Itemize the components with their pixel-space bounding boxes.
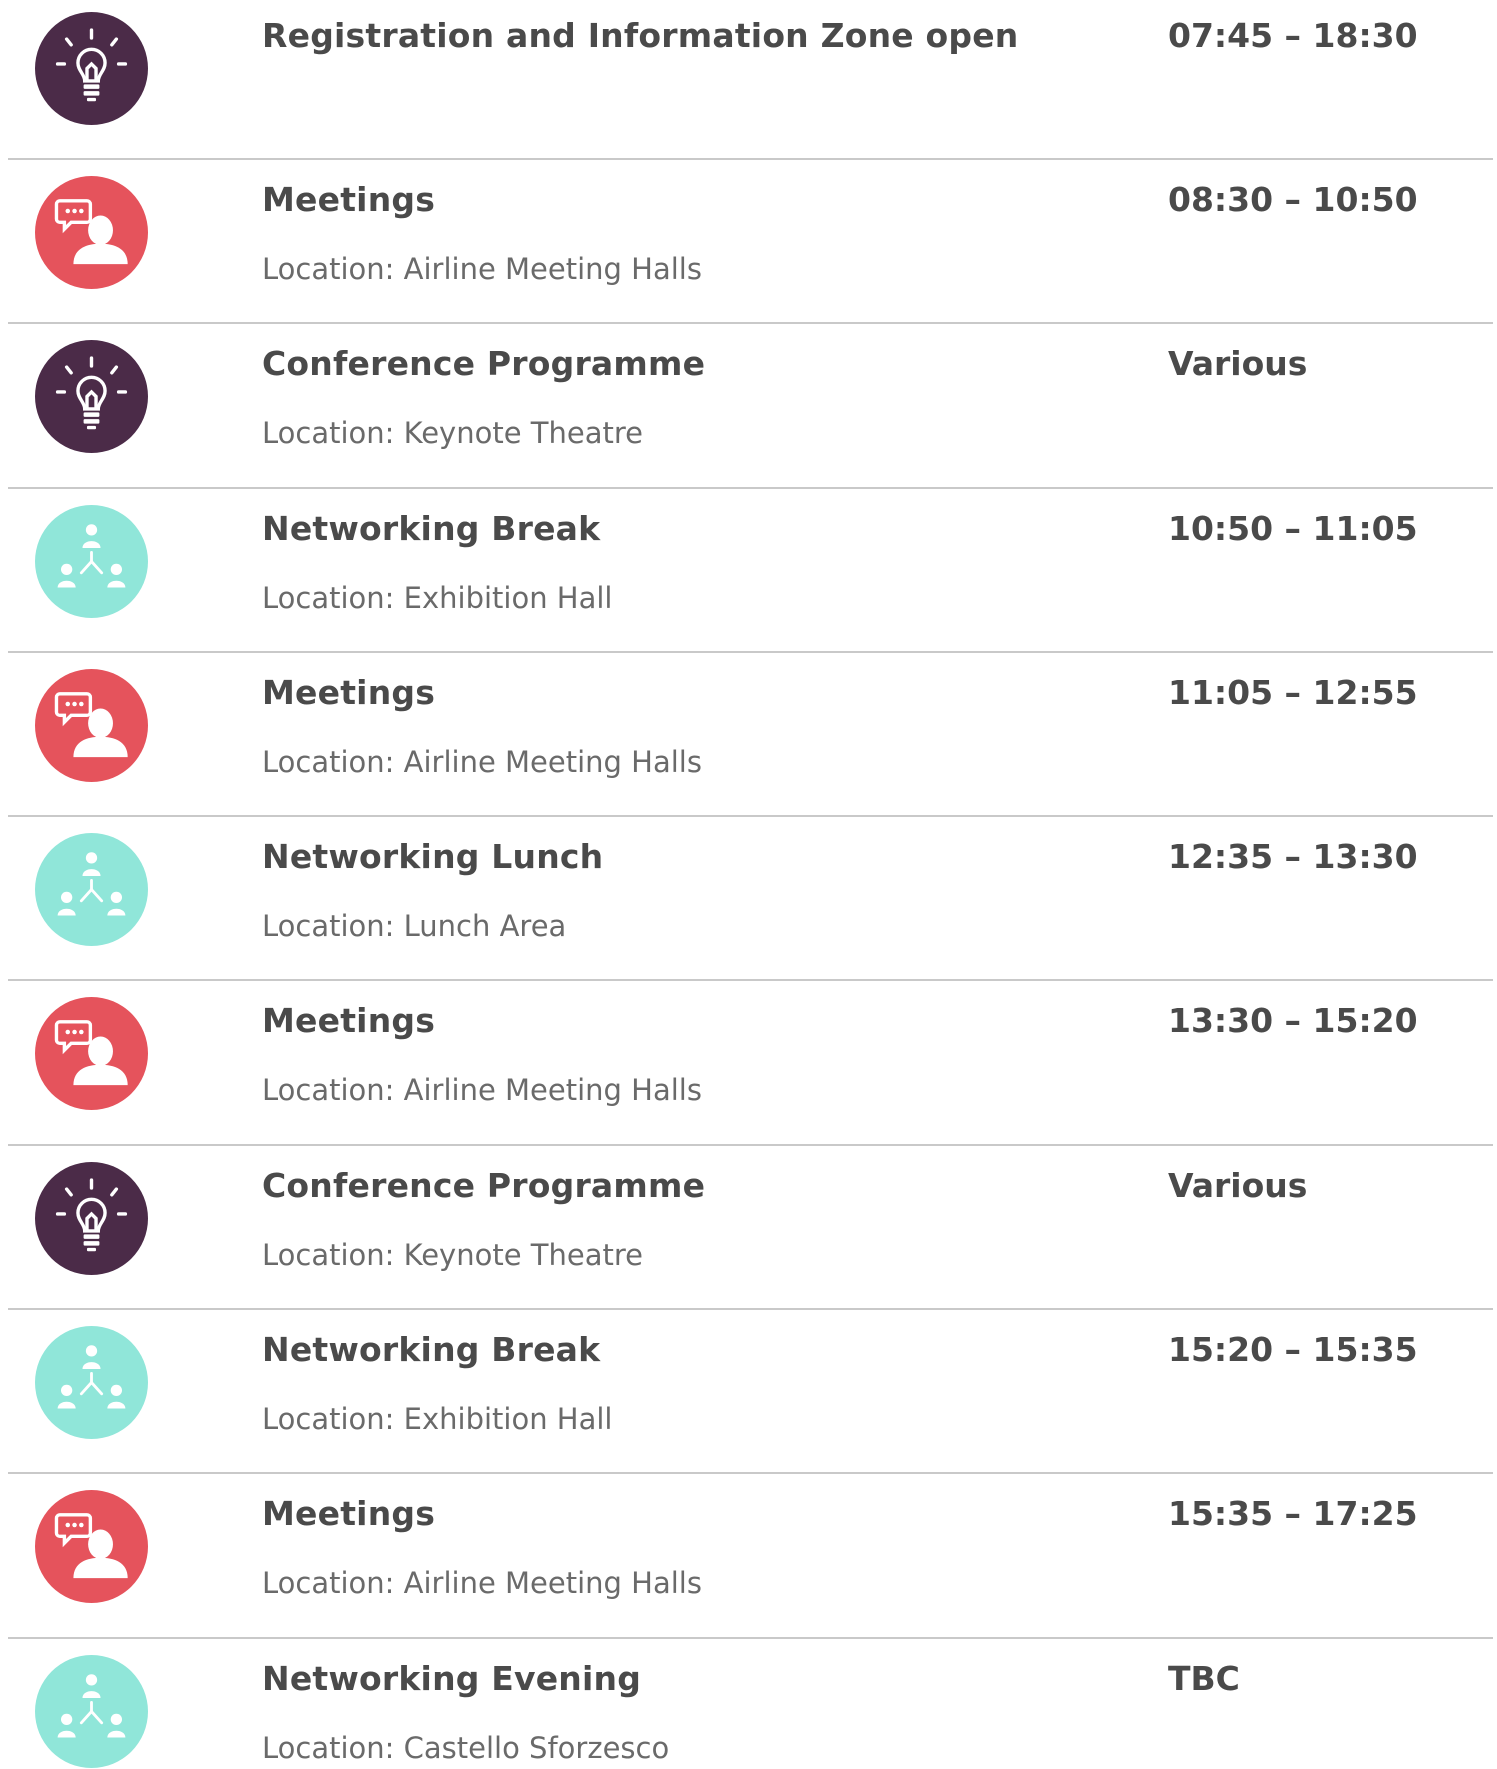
network-people-icon [35, 1326, 148, 1439]
item-time: 07:45 – 18:30 [1168, 16, 1418, 55]
item-location: Location: Airline Meeting Halls [262, 1073, 702, 1107]
network-people-icon [35, 1655, 148, 1768]
schedule-item: Meetings Location: Airline Meeting Halls… [0, 657, 1497, 821]
item-time: 12:35 – 13:30 [1168, 837, 1418, 876]
item-location: Location: Airline Meeting Halls [262, 745, 702, 779]
divider [8, 979, 1493, 981]
meeting-chat-icon [35, 1490, 148, 1603]
schedule-item: Conference Programme Location: Keynote T… [0, 328, 1497, 492]
divider [8, 1308, 1493, 1310]
item-location: Location: Lunch Area [262, 909, 567, 943]
divider [8, 815, 1493, 817]
item-title: Meetings [262, 673, 436, 712]
item-location: Location: Airline Meeting Halls [262, 252, 702, 286]
item-time: TBC [1168, 1659, 1240, 1698]
divider [8, 322, 1493, 324]
item-time: 13:30 – 15:20 [1168, 1001, 1418, 1040]
network-people-icon [35, 833, 148, 946]
item-location: Location: Castello Sforzesco [262, 1731, 670, 1765]
item-title: Conference Programme [262, 1166, 706, 1205]
divider [8, 158, 1493, 160]
schedule-item: Networking Lunch Location: Lunch Area 12… [0, 821, 1497, 985]
item-title: Registration and Information Zone open [262, 16, 1019, 55]
lightbulb-icon [35, 1162, 148, 1275]
schedule-item: Meetings Location: Airline Meeting Halls… [0, 164, 1497, 328]
schedule-list: Registration and Information Zone open 0… [0, 0, 1497, 1769]
meeting-chat-icon [35, 997, 148, 1110]
item-title: Networking Lunch [262, 837, 604, 876]
divider [8, 1637, 1493, 1639]
item-location: Location: Exhibition Hall [262, 1402, 613, 1436]
lightbulb-icon [35, 340, 148, 453]
item-time: Various [1168, 1166, 1308, 1205]
schedule-item: Networking Break Location: Exhibition Ha… [0, 1314, 1497, 1478]
item-location: Location: Exhibition Hall [262, 581, 613, 615]
item-time: 11:05 – 12:55 [1168, 673, 1418, 712]
item-title: Networking Evening [262, 1659, 642, 1698]
schedule-item: Conference Programme Location: Keynote T… [0, 1150, 1497, 1314]
lightbulb-icon [35, 12, 148, 125]
network-people-icon [35, 505, 148, 618]
item-location: Location: Keynote Theatre [262, 416, 643, 450]
schedule-item: Registration and Information Zone open 0… [0, 0, 1497, 164]
divider [8, 651, 1493, 653]
item-time: 15:20 – 15:35 [1168, 1330, 1418, 1369]
item-title: Conference Programme [262, 344, 706, 383]
schedule-item: Networking Break Location: Exhibition Ha… [0, 493, 1497, 657]
item-time: Various [1168, 344, 1308, 383]
item-time: 15:35 – 17:25 [1168, 1494, 1418, 1533]
meeting-chat-icon [35, 669, 148, 782]
item-time: 10:50 – 11:05 [1168, 509, 1418, 548]
item-location: Location: Keynote Theatre [262, 1238, 643, 1272]
divider [8, 1472, 1493, 1474]
item-title: Networking Break [262, 509, 601, 548]
item-title: Meetings [262, 1001, 436, 1040]
item-title: Meetings [262, 1494, 436, 1533]
item-title: Meetings [262, 180, 436, 219]
meeting-chat-icon [35, 176, 148, 289]
schedule-item: Networking Evening Location: Castello Sf… [0, 1643, 1497, 1769]
divider [8, 1144, 1493, 1146]
item-title: Networking Break [262, 1330, 601, 1369]
item-location: Location: Airline Meeting Halls [262, 1566, 702, 1600]
schedule-item: Meetings Location: Airline Meeting Halls… [0, 1478, 1497, 1642]
schedule-item: Meetings Location: Airline Meeting Halls… [0, 985, 1497, 1149]
item-time: 08:30 – 10:50 [1168, 180, 1418, 219]
divider [8, 487, 1493, 489]
